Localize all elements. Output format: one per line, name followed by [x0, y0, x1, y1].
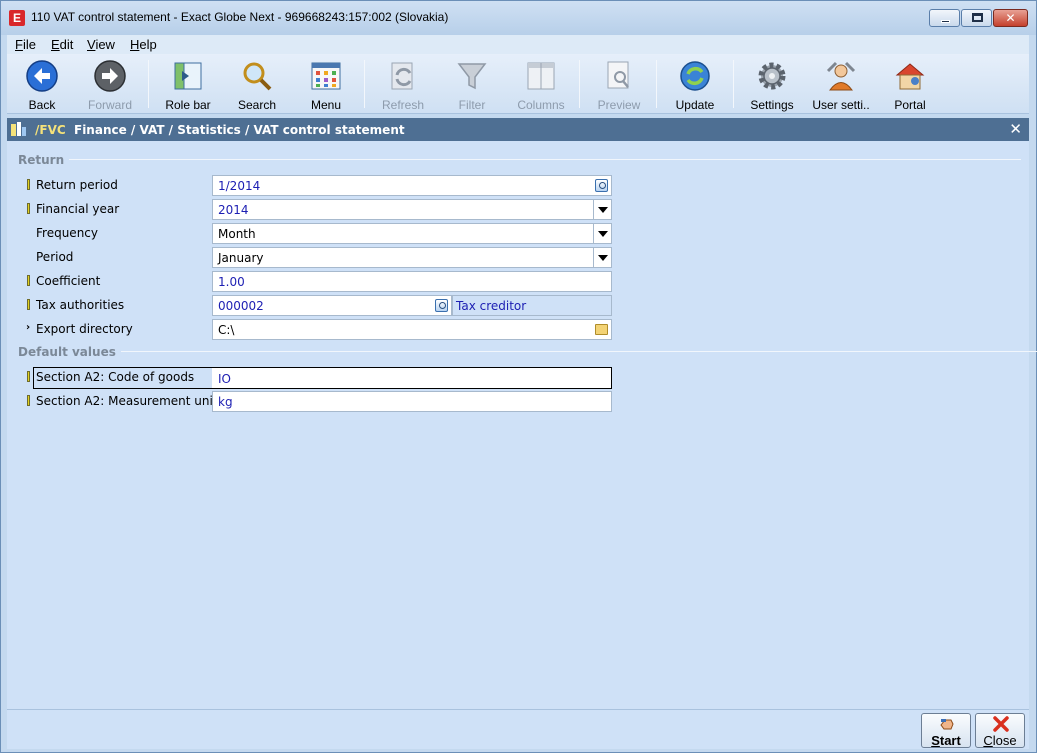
filter-funnel-icon [457, 63, 487, 90]
menu-code: /FVC [35, 123, 66, 137]
menu-bar: File Edit View Help [7, 35, 1029, 54]
period-label: Period [36, 250, 74, 264]
back-arrow-icon [26, 60, 58, 92]
financial-year-select[interactable]: 2014 [212, 199, 612, 220]
minimize-icon [941, 20, 950, 23]
menu-help[interactable]: Help [130, 37, 157, 52]
update-button[interactable]: Update [660, 58, 730, 112]
chevron-right-icon: › [26, 322, 31, 333]
menu-file[interactable]: File [15, 37, 36, 52]
user-settings-button[interactable]: User setti.. [806, 58, 876, 112]
frequency-select[interactable]: Month [212, 223, 612, 244]
period-select[interactable]: January [212, 247, 612, 268]
window-title: 110 VAT control statement - Exact Globe … [31, 10, 449, 24]
update-sync-icon [680, 61, 710, 91]
menu-edit[interactable]: Edit [51, 37, 73, 52]
preview-icon [607, 61, 629, 89]
start-button[interactable]: Start [921, 713, 971, 748]
required-marker [27, 203, 30, 214]
role-bar-icon [174, 62, 202, 90]
return-period-field[interactable]: 1/2014 [212, 175, 612, 196]
return-period-label: Return period [36, 178, 118, 192]
coefficient-field[interactable]: 1.00 [212, 271, 612, 292]
button-bar: Start Close [7, 709, 1029, 749]
chevron-down-icon[interactable] [593, 200, 611, 219]
preview-button[interactable]: Preview [584, 58, 654, 112]
required-marker [27, 275, 30, 286]
menu-button[interactable]: Menu [291, 58, 361, 112]
gear-icon [758, 62, 786, 90]
code-of-goods-label: Section A2: Code of goods [36, 370, 195, 384]
title-bar[interactable]: E 110 VAT control statement - Exact Glob… [1, 1, 1036, 35]
measurement-unit-field[interactable]: kg [212, 391, 612, 412]
search-button[interactable]: Search [222, 58, 292, 112]
refresh-icon [391, 62, 413, 90]
required-marker [27, 395, 30, 406]
search-icon [243, 62, 272, 91]
required-marker [27, 179, 30, 190]
close-icon: ✕ [1005, 11, 1016, 25]
close-tab-icon[interactable]: ✕ [1009, 120, 1022, 138]
required-marker [27, 371, 30, 382]
section-divider [115, 351, 1037, 352]
user-settings-icon [826, 61, 856, 91]
restore-icon [972, 13, 983, 22]
columns-button[interactable]: Columns [506, 58, 576, 112]
refresh-button[interactable]: Refresh [368, 58, 438, 112]
export-directory-field[interactable]: C:\ [212, 319, 612, 340]
window-close-button[interactable]: ✕ [993, 9, 1028, 27]
section-divider [67, 159, 1021, 160]
lookup-icon[interactable] [435, 299, 448, 312]
lookup-icon[interactable] [595, 179, 608, 192]
measurement-unit-label: Section A2: Measurement unit [36, 394, 218, 408]
maximize-button[interactable] [961, 9, 992, 27]
portal-house-icon [895, 63, 925, 90]
role-bar-button[interactable]: Role bar [153, 58, 223, 112]
close-button[interactable]: Close [975, 713, 1025, 748]
close-x-icon [993, 716, 1009, 732]
coefficient-label: Coefficient [36, 274, 101, 288]
section-default-values-title: Default values [18, 345, 121, 359]
section-return-title: Return [18, 153, 70, 167]
export-directory-label: Export directory [36, 322, 133, 336]
minimize-button[interactable] [929, 9, 960, 27]
code-of-goods-field[interactable]: IO [212, 368, 611, 388]
menu-view[interactable]: View [87, 37, 115, 52]
columns-icon [527, 62, 555, 90]
app-window: E 110 VAT control statement - Exact Glob… [0, 0, 1037, 753]
menu-grid-icon [311, 62, 341, 90]
forward-arrow-icon [94, 60, 126, 92]
form-area: Return Return period 1/2014 Financial ye… [7, 141, 1037, 709]
chevron-down-icon[interactable] [593, 224, 611, 243]
chevron-down-icon[interactable] [593, 248, 611, 267]
tax-authorities-description: Tax creditor [452, 295, 612, 316]
start-hand-icon [940, 719, 954, 730]
tax-authorities-field[interactable]: 000002 [212, 295, 452, 316]
frequency-label: Frequency [36, 226, 98, 240]
exact-app-icon: E [9, 10, 25, 26]
breadcrumb: /FVC Finance / VAT / Statistics / VAT co… [7, 118, 1029, 141]
settings-button[interactable]: Settings [737, 58, 807, 112]
folder-icon[interactable] [595, 324, 608, 335]
filter-button[interactable]: Filter [437, 58, 507, 112]
tax-authorities-label: Tax authorities [36, 298, 125, 312]
toolbar: Back Forward Role bar Search Menu Refres… [7, 54, 1029, 114]
forward-button[interactable]: Forward [75, 58, 145, 112]
breadcrumb-path: Finance / VAT / Statistics / VAT control… [74, 123, 405, 137]
module-icon [11, 122, 26, 136]
financial-year-label: Financial year [36, 202, 120, 216]
portal-button[interactable]: Portal [875, 58, 945, 112]
required-marker [27, 299, 30, 310]
